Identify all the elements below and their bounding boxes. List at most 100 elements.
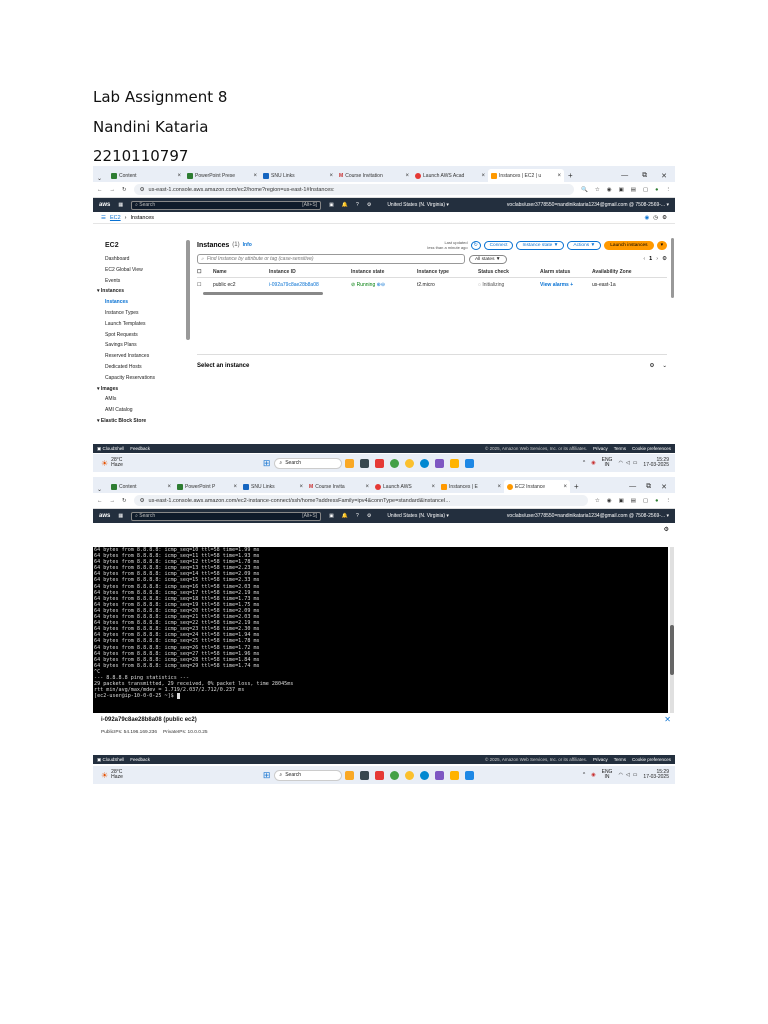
close-icon[interactable]: × xyxy=(558,173,562,179)
aws-search-input[interactable]: ⌕ Search [Alt+S] xyxy=(131,200,322,210)
chevron-down-icon[interactable]: ⌄ xyxy=(662,363,667,369)
row-checkbox[interactable]: ☐ xyxy=(197,282,213,288)
column-header[interactable]: Status check xyxy=(478,269,540,275)
settings-icon[interactable]: ⚙ xyxy=(664,526,669,533)
app-icon[interactable] xyxy=(435,770,445,780)
weather-icon[interactable]: ☀ xyxy=(101,771,108,780)
page-number[interactable]: 1 xyxy=(649,256,652,262)
browser-tab[interactable]: M Course Invitation × xyxy=(336,169,412,182)
actions-button[interactable]: Actions ▼ xyxy=(567,240,602,250)
region-selector[interactable]: United States (N. Virginia) ▾ xyxy=(387,202,449,208)
taskbar-search[interactable]: ⌕ Search xyxy=(274,457,343,469)
breadcrumb-ec2-link[interactable]: EC2 xyxy=(110,215,121,221)
close-icon[interactable]: × xyxy=(234,484,238,490)
sidebar-item-launch-templates[interactable]: Launch Templates xyxy=(93,319,189,330)
view-alarms-link[interactable]: View alarms + xyxy=(540,282,592,288)
back-icon[interactable]: ← xyxy=(97,498,103,504)
tray-icon[interactable]: ◉ xyxy=(591,460,595,466)
windows-start-icon[interactable]: ⊞ xyxy=(263,458,271,469)
table-row[interactable]: ☐ public ec2 i-092a79c8ae28b8a08 ⊘ Runni… xyxy=(197,278,667,292)
extension-icon[interactable]: ▤ xyxy=(631,498,636,504)
sidebar-item-ami-catalog[interactable]: AMI Catalog xyxy=(93,405,189,416)
profile-icon[interactable]: ● xyxy=(655,498,658,504)
zoom-icon[interactable]: 🔍 xyxy=(581,187,588,193)
browser-tab-active[interactable]: EC2 Instance × xyxy=(504,480,571,493)
browser-tab[interactable]: SNU Links × xyxy=(240,480,306,493)
cloudshell-link[interactable]: ▣ CloudShell xyxy=(97,446,124,452)
cloudshell-link[interactable]: ▣ CloudShell xyxy=(97,757,124,763)
aws-search-input[interactable]: ⌕ Search [Alt+S] xyxy=(131,511,322,521)
sidebar-item-instances[interactable]: Instances xyxy=(93,297,189,308)
extension-icon[interactable]: ◉ xyxy=(607,187,612,193)
weather-widget[interactable]: 28°C Haze xyxy=(111,458,123,468)
feedback-link[interactable]: Feedback xyxy=(130,446,150,451)
restore-icon[interactable]: ⧉ xyxy=(646,483,651,491)
new-tab-icon[interactable]: + xyxy=(568,171,573,180)
terms-link[interactable]: Terms xyxy=(614,446,626,451)
close-icon[interactable]: × xyxy=(432,484,436,490)
chevron-up-icon[interactable]: ^ xyxy=(583,460,585,466)
close-icon[interactable]: × xyxy=(300,484,304,490)
whatsapp-icon[interactable] xyxy=(390,458,400,468)
info-link[interactable]: Info xyxy=(243,242,252,248)
star-icon[interactable]: ☆ xyxy=(595,498,600,504)
wifi-icon[interactable]: ◠ xyxy=(618,460,622,466)
sidebar-item-amis[interactable]: AMIs xyxy=(93,394,189,405)
services-grid-icon[interactable]: ▦ xyxy=(118,202,123,208)
tray-icon[interactable]: ◉ xyxy=(591,772,595,778)
page-scrollbar[interactable] xyxy=(671,238,674,298)
close-icon[interactable]: × xyxy=(406,173,410,179)
browser-tab[interactable]: Content × xyxy=(108,480,174,493)
all-states-select[interactable]: All states ▼ xyxy=(469,254,507,264)
forward-icon[interactable]: → xyxy=(110,187,116,193)
app-icon[interactable] xyxy=(465,770,475,780)
minimize-icon[interactable]: — xyxy=(629,483,636,490)
close-icon[interactable]: × xyxy=(482,173,486,179)
settings-icon[interactable]: ⚙ xyxy=(367,513,371,519)
reload-icon[interactable]: ↻ xyxy=(122,187,127,193)
browser-tab[interactable]: SNU Links × xyxy=(260,169,336,182)
edge-icon[interactable] xyxy=(420,770,430,780)
bell-icon[interactable]: 🔔 xyxy=(342,513,348,519)
column-header[interactable]: Name xyxy=(213,269,269,275)
privacy-link[interactable]: Privacy xyxy=(593,446,608,451)
terminal-scrollbar[interactable] xyxy=(670,547,674,713)
browser-tab-active[interactable]: Instances | EC2 | u × xyxy=(488,169,565,182)
menu-icon[interactable]: ⋮ xyxy=(666,187,672,193)
connect-button[interactable]: Connect xyxy=(483,240,514,250)
close-icon[interactable]: ✕ xyxy=(664,715,671,724)
reload-icon[interactable]: ↻ xyxy=(122,498,127,504)
folder-icon[interactable] xyxy=(450,770,460,780)
extension-icon[interactable]: ▣ xyxy=(619,498,624,504)
star-icon[interactable]: ☆ xyxy=(595,187,600,193)
settings-icon[interactable]: ⚙ xyxy=(662,256,667,262)
sidebar-item-global-view[interactable]: EC2 Global View xyxy=(93,265,189,276)
sidebar-item-spot-requests[interactable]: Spot Requests xyxy=(93,330,189,341)
app-icon[interactable] xyxy=(345,770,355,780)
clock[interactable]: 15:29 17-03-2025 xyxy=(643,770,669,780)
menu-icon[interactable]: ⋮ xyxy=(666,498,672,504)
close-icon[interactable]: × xyxy=(564,484,568,490)
clock-icon[interactable]: ◷ xyxy=(653,215,658,221)
sidebar-item-dedicated-hosts[interactable]: Dedicated Hosts xyxy=(93,362,189,373)
app-icon[interactable] xyxy=(345,458,355,468)
sidebar-item-reserved-instances[interactable]: Reserved Instances xyxy=(93,351,189,362)
extension-icon[interactable]: ◉ xyxy=(607,498,612,504)
url-bar[interactable]: ⚙ us-east-1.console.aws.amazon.com/ec2/ho… xyxy=(133,184,574,195)
terms-link[interactable]: Terms xyxy=(614,757,626,762)
extension-icon[interactable]: ▣ xyxy=(619,187,624,193)
close-icon[interactable]: × xyxy=(330,173,334,179)
instance-filter-input[interactable]: ⌕ Find Instance by attribute or tag (case… xyxy=(197,254,465,264)
select-all-checkbox[interactable]: ☐ xyxy=(197,269,213,275)
terminal-scroll-thumb[interactable] xyxy=(670,625,674,675)
notifications-icon[interactable]: ◉ xyxy=(644,215,649,221)
close-window-icon[interactable]: ✕ xyxy=(661,172,667,180)
settings-icon[interactable]: ⚙ xyxy=(649,363,654,369)
column-header[interactable]: Availability Zone xyxy=(592,269,662,275)
sidebar-section-ebs[interactable]: ▾ Elastic Block Store xyxy=(93,416,189,427)
extension-icon[interactable]: ▢ xyxy=(643,498,648,504)
clock[interactable]: 15:29 17-03-2025 xyxy=(643,458,669,468)
forward-icon[interactable]: → xyxy=(110,498,116,504)
battery-icon[interactable]: ▭ xyxy=(633,772,638,778)
windows-start-icon[interactable]: ⊞ xyxy=(263,770,271,781)
